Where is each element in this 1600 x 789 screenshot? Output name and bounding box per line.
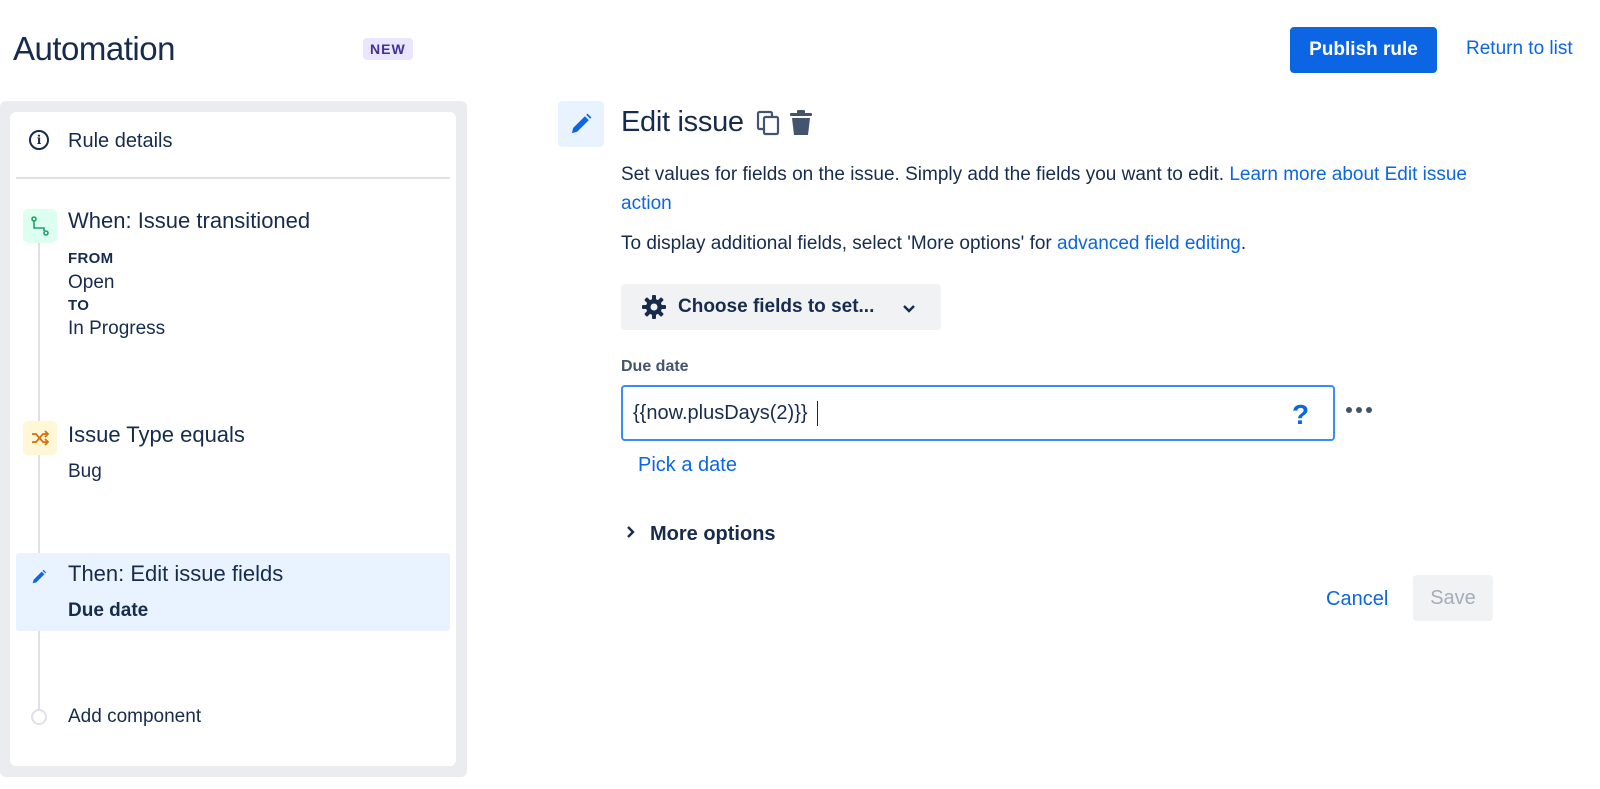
- pencil-icon: [30, 568, 48, 591]
- from-label: FROM: [68, 250, 114, 267]
- cancel-button[interactable]: Cancel: [1326, 588, 1388, 611]
- add-component-dot: [31, 709, 47, 725]
- shuffle-icon: [23, 421, 57, 455]
- save-button[interactable]: Save: [1413, 575, 1493, 621]
- return-to-list-link[interactable]: Return to list: [1466, 38, 1573, 60]
- action-step-value: Due date: [68, 600, 149, 621]
- to-value: In Progress: [68, 318, 166, 339]
- new-badge: NEW: [363, 38, 413, 60]
- condition-step-title[interactable]: Issue Type equals: [68, 422, 245, 448]
- description-text: Set values for fields on the issue. Simp…: [621, 164, 1225, 185]
- info-icon: i: [29, 130, 49, 150]
- trash-icon[interactable]: [789, 110, 813, 141]
- dot: [1366, 407, 1372, 413]
- action-step-title: Then: Edit issue fields: [68, 561, 284, 586]
- rule-details-item[interactable]: i Rule details: [29, 130, 173, 152]
- from-value: Open: [68, 272, 115, 293]
- gear-icon: [641, 294, 667, 325]
- chevron-down-icon: [902, 301, 916, 319]
- due-date-label: Due date: [621, 358, 689, 375]
- to-label: TO: [68, 297, 90, 314]
- more-actions-icon[interactable]: [1346, 407, 1372, 413]
- more-options-toggle[interactable]: More options: [626, 523, 776, 546]
- choose-fields-label: Choose fields to set...: [678, 296, 875, 317]
- copy-icon[interactable]: [756, 110, 780, 141]
- panel-title: Edit issue: [621, 106, 744, 138]
- dot: [1346, 407, 1352, 413]
- help-icon[interactable]: ?: [1292, 399, 1309, 431]
- pick-a-date-link[interactable]: Pick a date: [638, 454, 737, 477]
- text-caret: [817, 401, 818, 426]
- advanced-editing-text: To display additional fields, select 'Mo…: [621, 233, 1246, 255]
- due-date-input[interactable]: {{now.plusDays(2)}}: [621, 385, 1335, 441]
- panel-description: Set values for fields on the issue. Simp…: [621, 160, 1501, 218]
- transition-icon: [23, 209, 57, 243]
- condition-value: Bug: [68, 461, 102, 482]
- advanced-suffix: .: [1240, 233, 1247, 254]
- chevron-right-icon: [626, 525, 636, 544]
- sidebar-divider: [16, 177, 450, 179]
- rule-details-label: Rule details: [68, 130, 173, 152]
- advanced-prefix: To display additional fields, select 'Mo…: [621, 233, 1052, 254]
- pencil-icon: [558, 101, 604, 147]
- advanced-field-editing-link[interactable]: advanced field editing: [1057, 233, 1241, 254]
- page-title: Automation: [13, 30, 175, 67]
- dot: [1356, 407, 1362, 413]
- more-options-label: More options: [650, 523, 776, 545]
- trigger-step-title[interactable]: When: Issue transitioned: [68, 208, 310, 234]
- choose-fields-button[interactable]: Choose fields to set...: [621, 284, 941, 330]
- timeline-line: [38, 230, 40, 710]
- due-date-value: {{now.plusDays(2)}}: [633, 402, 808, 424]
- add-component-link[interactable]: Add component: [68, 706, 201, 728]
- publish-rule-button[interactable]: Publish rule: [1290, 27, 1437, 73]
